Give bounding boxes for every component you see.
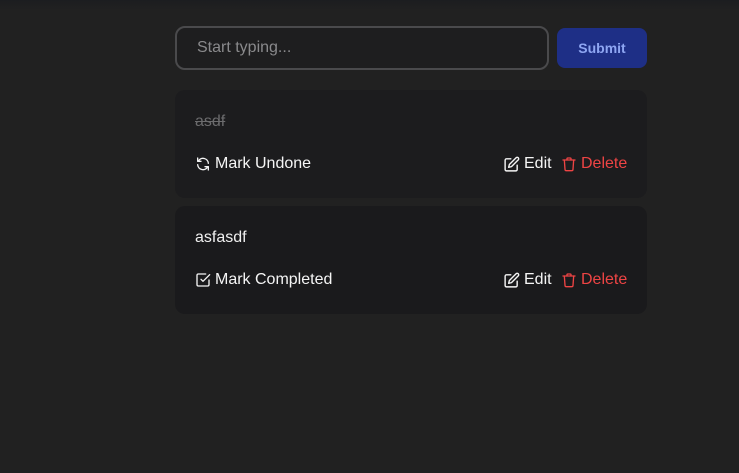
mark-undone-button[interactable]: Mark Undone <box>195 155 311 173</box>
edit-button[interactable]: Edit <box>503 155 552 173</box>
trash-icon <box>561 156 577 172</box>
edit-icon <box>503 156 520 173</box>
delete-label: Delete <box>581 155 628 172</box>
edit-label: Edit <box>524 155 552 172</box>
trash-icon <box>561 272 577 288</box>
window-top-strip <box>0 0 739 10</box>
delete-label: Delete <box>581 271 628 288</box>
mark-undone-label: Mark Undone <box>215 155 312 172</box>
edit-icon <box>503 272 520 289</box>
todo-input[interactable] <box>175 26 549 70</box>
edit-label: Edit <box>524 271 552 288</box>
checkbox-icon <box>195 272 211 288</box>
todo-form: Submit <box>175 26 647 70</box>
todo-item: asfasdf Mark Completed Edit Delete <box>175 206 647 314</box>
todo-text: asfasdf <box>195 229 247 246</box>
refresh-icon <box>195 156 211 172</box>
mark-completed-button[interactable]: Mark Completed <box>195 271 332 289</box>
todo-item: asdf Mark Undone Edit Delete <box>175 90 647 198</box>
submit-button[interactable]: Submit <box>557 28 647 68</box>
todo-text: asdf <box>195 113 226 130</box>
delete-button[interactable]: Delete <box>561 155 627 173</box>
mark-completed-label: Mark Completed <box>215 271 333 288</box>
delete-button[interactable]: Delete <box>561 271 627 289</box>
edit-button[interactable]: Edit <box>503 271 552 289</box>
